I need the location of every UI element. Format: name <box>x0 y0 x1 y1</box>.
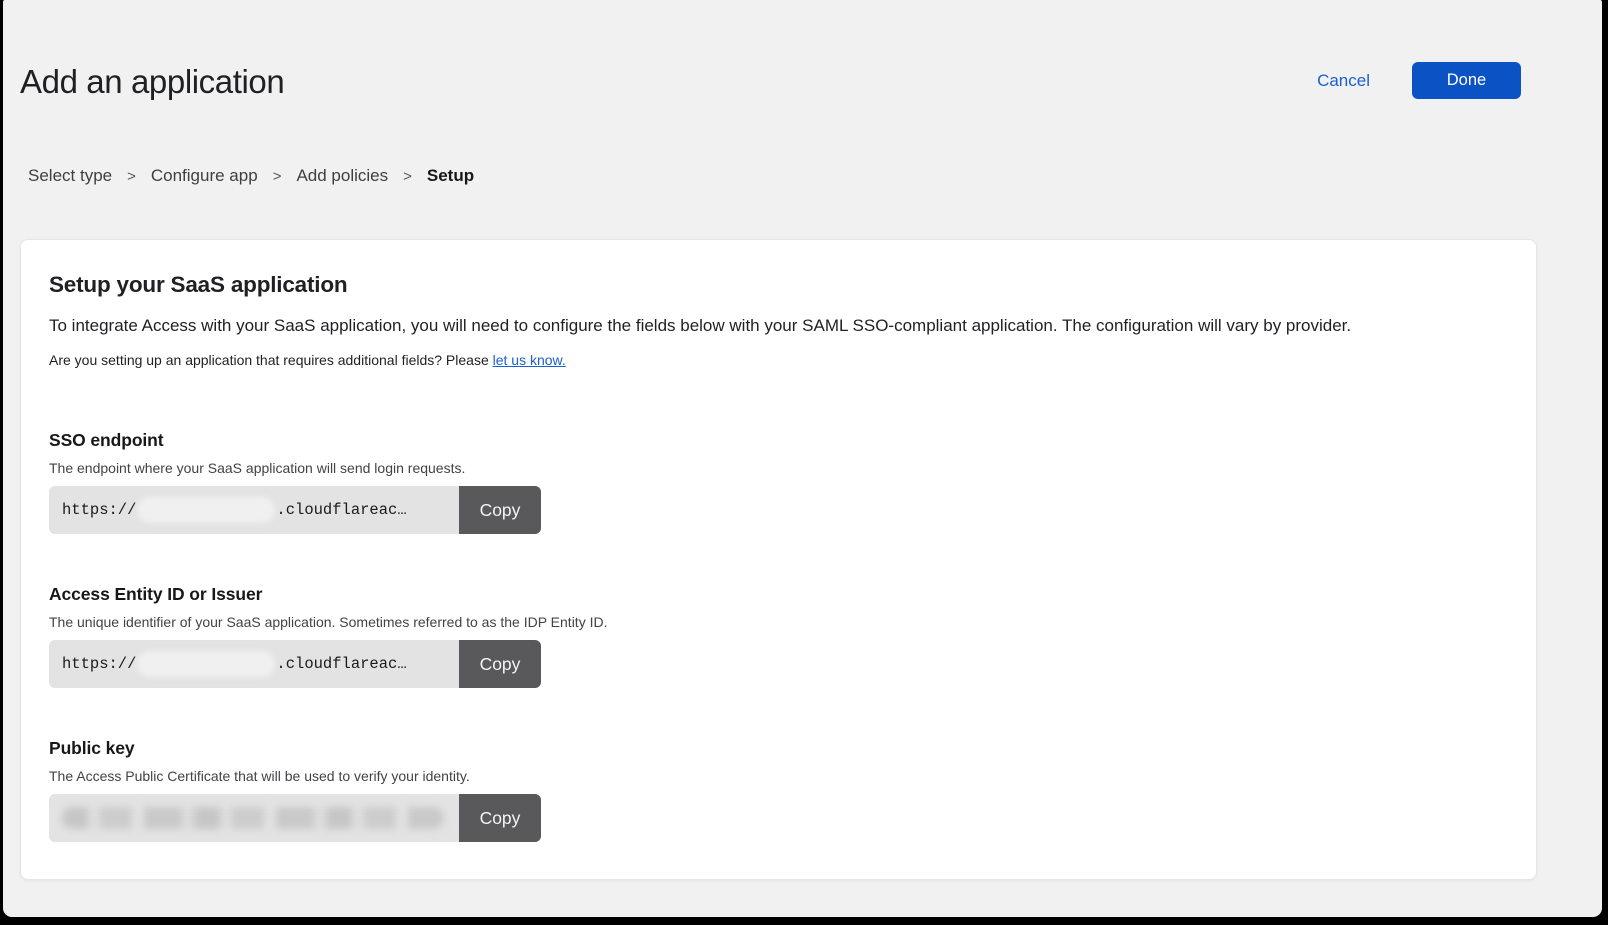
field-description: The unique identifier of your SaaS appli… <box>49 614 1508 631</box>
field-access-entity-id: Access Entity ID or Issuer The unique id… <box>49 584 1508 688</box>
redacted-value <box>137 651 275 677</box>
sso-endpoint-value: https:// .cloudflareac… <box>49 486 459 534</box>
copy-sso-endpoint-button[interactable]: Copy <box>459 486 541 534</box>
entity-id-value-row: https:// .cloudflareac… Copy <box>49 640 541 688</box>
let-us-know-link[interactable]: let us know. <box>493 352 566 368</box>
value-prefix: https:// <box>62 655 136 673</box>
header-actions: Cancel Done <box>1317 62 1521 99</box>
breadcrumb: Select type > Configure app > Add polici… <box>28 166 474 186</box>
card-note: Are you setting up an application that r… <box>49 352 1508 369</box>
field-label: SSO endpoint <box>49 430 1508 451</box>
chevron-separator-icon: > <box>273 168 282 185</box>
field-public-key: Public key The Access Public Certificate… <box>49 738 1508 842</box>
done-button[interactable]: Done <box>1412 62 1521 99</box>
page-title: Add an application <box>20 63 284 101</box>
value-prefix: https:// <box>62 501 136 519</box>
chevron-separator-icon: > <box>127 168 136 185</box>
entity-id-value: https:// .cloudflareac… <box>49 640 459 688</box>
public-key-value-row: Copy <box>49 794 541 842</box>
field-sso-endpoint: SSO endpoint The endpoint where your Saa… <box>49 430 1508 534</box>
copy-entity-id-button[interactable]: Copy <box>459 640 541 688</box>
field-label: Public key <box>49 738 1508 759</box>
breadcrumb-configure-app[interactable]: Configure app <box>151 166 258 186</box>
cancel-button[interactable]: Cancel <box>1317 71 1370 91</box>
breadcrumb-add-policies[interactable]: Add policies <box>296 166 388 186</box>
redacted-value <box>137 497 275 523</box>
field-label: Access Entity ID or Issuer <box>49 584 1508 605</box>
value-suffix: .cloudflareac… <box>276 655 406 673</box>
breadcrumb-setup-current: Setup <box>427 166 474 186</box>
redacted-value <box>62 807 444 829</box>
sso-endpoint-value-row: https:// .cloudflareac… Copy <box>49 486 541 534</box>
card-note-text: Are you setting up an application that r… <box>49 352 493 368</box>
breadcrumb-select-type[interactable]: Select type <box>28 166 112 186</box>
chevron-separator-icon: > <box>403 168 412 185</box>
field-description: The Access Public Certificate that will … <box>49 768 1508 785</box>
setup-card: Setup your SaaS application To integrate… <box>20 239 1537 880</box>
copy-public-key-button[interactable]: Copy <box>459 794 541 842</box>
card-title: Setup your SaaS application <box>49 272 1508 298</box>
card-intro-text: To integrate Access with your SaaS appli… <box>49 314 1508 338</box>
app-window: Add an application Cancel Done Select ty… <box>3 0 1602 917</box>
field-description: The endpoint where your SaaS application… <box>49 460 1508 477</box>
value-suffix: .cloudflareac… <box>276 501 406 519</box>
public-key-value <box>49 794 459 842</box>
